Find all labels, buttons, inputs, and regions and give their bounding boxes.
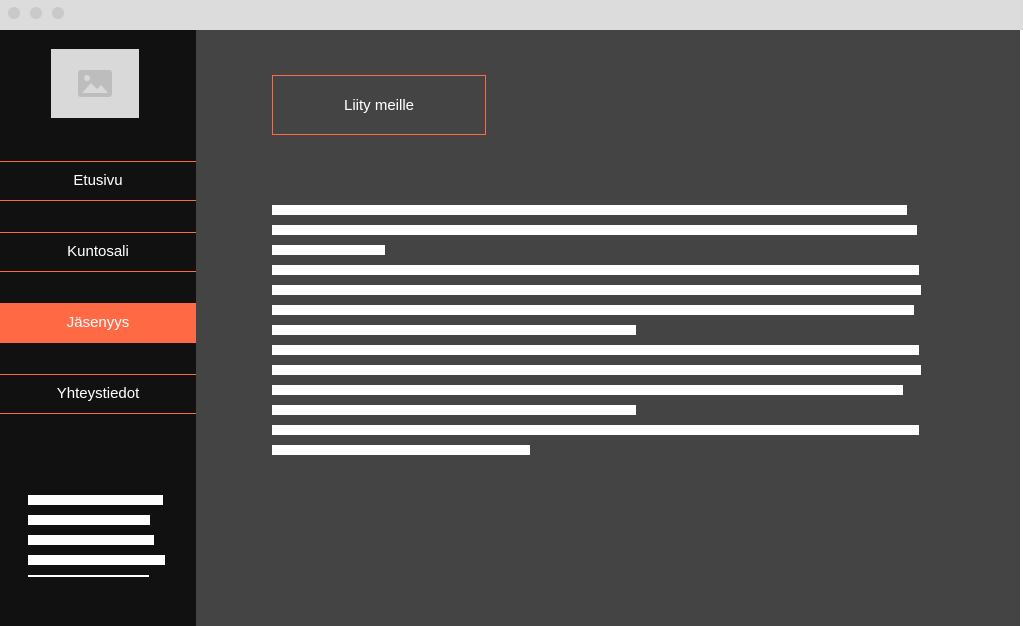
window-close-button[interactable] bbox=[8, 7, 20, 19]
text-line bbox=[272, 365, 921, 375]
text-line bbox=[272, 445, 530, 455]
text-line bbox=[28, 535, 154, 545]
sidebar-item-jasenyys[interactable]: Jäsenyys bbox=[0, 303, 196, 343]
window-maximize-button[interactable] bbox=[52, 7, 64, 19]
window-minimize-button[interactable] bbox=[30, 7, 42, 19]
text-line bbox=[28, 575, 149, 577]
text-line bbox=[28, 515, 150, 525]
sidebar-item-yhteystiedot[interactable]: Yhteystiedot bbox=[0, 374, 196, 414]
join-button[interactable]: Liity meille bbox=[272, 75, 486, 135]
window-titlebar bbox=[0, 0, 1023, 30]
text-line bbox=[272, 285, 921, 295]
image-placeholder-icon bbox=[78, 70, 112, 97]
text-line bbox=[272, 305, 914, 315]
main-content: Liity meille bbox=[196, 30, 1020, 626]
text-line bbox=[272, 225, 917, 235]
text-line bbox=[28, 495, 163, 505]
sidebar: Etusivu Kuntosali Jäsenyys Yhteystiedot bbox=[0, 30, 196, 626]
text-line bbox=[272, 345, 919, 355]
text-line bbox=[272, 265, 919, 275]
text-line bbox=[272, 385, 903, 395]
text-line bbox=[272, 325, 636, 335]
text-line bbox=[272, 205, 907, 215]
text-line bbox=[272, 405, 636, 415]
sidebar-item-etusivu[interactable]: Etusivu bbox=[0, 161, 196, 201]
site-logo[interactable] bbox=[51, 49, 139, 118]
sidebar-item-kuntosali[interactable]: Kuntosali bbox=[0, 232, 196, 272]
text-line bbox=[272, 425, 919, 435]
text-line bbox=[272, 245, 385, 255]
text-line bbox=[28, 555, 165, 565]
